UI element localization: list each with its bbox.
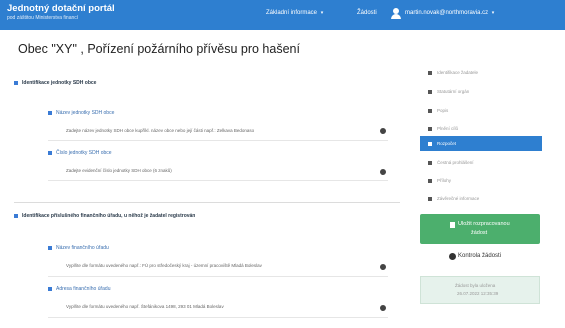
menu-requests[interactable]: Žádosti: [357, 10, 377, 16]
save-draft-button[interactable]: Uložit rozpracovanou žádost: [420, 214, 540, 244]
sidebar-item-label: Identifikace žadatele: [437, 70, 479, 75]
field-label-tax-office-address: Adresa finančního úřadu: [48, 286, 110, 292]
field-label-text: Adresa finančního úřadu: [56, 286, 111, 292]
save-draft-label-line1: Uložit rozpracovanou: [458, 221, 510, 227]
chart-icon: [428, 141, 432, 146]
user-menu[interactable]: martin.novak@northmoravia.cz ▾: [405, 10, 494, 16]
sidebar-item-label: Plnění cílů: [437, 126, 459, 131]
brand-title[interactable]: Jednotný dotační portál: [7, 4, 115, 14]
sidebar-item-label: Závěrečné informace: [437, 196, 480, 201]
sidebar-item-attachments[interactable]: Přílohy: [420, 173, 542, 188]
sidebar-item-final-info[interactable]: Závěrečné informace: [420, 191, 542, 206]
menu-requests-label: Žádosti: [357, 10, 377, 16]
info-circle-icon[interactable]: [380, 128, 386, 134]
menu-basic-info-label: Základní informace: [266, 10, 318, 16]
field-label-text: Název finančního úřadu: [56, 245, 109, 251]
users-icon: [428, 89, 432, 94]
sidebar-item-budget[interactable]: Rozpočet: [420, 136, 542, 151]
chevron-down-icon: ▾: [320, 10, 324, 16]
save-status-text: Žádost byla uložena: [455, 283, 496, 288]
info-circle-icon[interactable]: [380, 264, 386, 270]
field-tax-office-name[interactable]: Vyplňte dle formátu uvedeného např.: FÚ …: [66, 263, 262, 268]
field-sdh-number[interactable]: Zadejte evidenční číslo jednotky SDH obc…: [66, 168, 172, 173]
chevron-down-icon: ▾: [491, 10, 495, 16]
sidebar-item-statutory[interactable]: Statutární orgán: [420, 84, 542, 99]
user-email: martin.novak@northmoravia.cz: [405, 10, 489, 16]
brand[interactable]: Jednotný dotační portál pod záštitou Min…: [7, 4, 115, 21]
field-label-sdh-name: Název jednotky SDH obce: [48, 110, 114, 116]
section-square-icon: [14, 80, 18, 85]
section-square-icon: [14, 213, 18, 218]
info-circle-icon[interactable]: [380, 169, 386, 175]
section-heading-tax-office: Identifikace příslušného finančního úřad…: [14, 213, 195, 219]
field-divider: [48, 180, 388, 181]
info-circle-icon[interactable]: [380, 305, 386, 311]
field-sdh-name[interactable]: Zadejte název jednotky SDH obce kupříkl.…: [66, 128, 254, 133]
field-square-icon: [48, 286, 52, 291]
sidebar-item-declarations[interactable]: Čestná prohlášení: [420, 155, 542, 170]
field-square-icon: [48, 110, 52, 115]
sidebar-item-label: Popis: [437, 108, 449, 113]
info-icon: [428, 196, 432, 201]
sidebar-item-label: Čestná prohlášení: [437, 160, 474, 165]
list-icon: [428, 126, 432, 131]
paperclip-icon: [428, 178, 432, 183]
menu-basic-info[interactable]: Základní informace ▾: [266, 10, 323, 16]
section-heading-text: Identifikace příslušného finančního úřad…: [22, 213, 196, 219]
form-main: Identifikace jednotky SDH obce Název jed…: [14, 68, 400, 326]
field-label-text: Číslo jednotky SDH obce: [56, 150, 112, 156]
file-text-icon: [428, 108, 432, 113]
field-divider: [48, 317, 388, 318]
save-status-timestamp: 26.07.2022 12:35:39: [457, 291, 499, 296]
sidebar-item-label: Statutární orgán: [437, 89, 470, 94]
sidebar-item-label: Přílohy: [437, 178, 452, 183]
section-heading-sdh: Identifikace jednotky SDH obce: [14, 80, 96, 86]
check-icon: [428, 160, 432, 165]
field-tax-office-address[interactable]: Vyplňte dle formátu uvedeného např. Štef…: [66, 304, 224, 309]
section-heading-text: Identifikace jednotky SDH obce: [22, 80, 97, 86]
section-divider: [14, 202, 400, 203]
top-navbar: Jednotný dotační portál pod záštitou Min…: [0, 0, 565, 30]
save-status-box: Žádost byla uložena 26.07.2022 12:35:39: [420, 276, 540, 304]
field-label-tax-office-name: Název finančního úřadu: [48, 245, 109, 251]
field-divider: [48, 140, 388, 141]
sidebar-item-description[interactable]: Popis: [420, 103, 542, 118]
sidebar-item-goals[interactable]: Plnění cílů: [420, 121, 542, 136]
sidebar-item-applicant[interactable]: Identifikace žadatele: [420, 65, 542, 80]
field-label-text: Název jednotky SDH obce: [56, 110, 115, 116]
user-icon: [428, 70, 432, 75]
save-draft-label-line2: žádost: [471, 230, 488, 236]
check-request-link[interactable]: Kontrola žádosti: [448, 253, 501, 259]
field-divider: [48, 276, 388, 277]
page-title: Obec "XY" , Pořízení požárního přívěsu p…: [18, 42, 300, 56]
field-label-sdh-number: Číslo jednotky SDH obce: [48, 150, 112, 156]
brand-subtitle: pod záštitou Ministerstva financí: [7, 14, 79, 21]
field-square-icon: [48, 150, 52, 155]
save-icon: [450, 222, 455, 228]
field-square-icon: [48, 245, 52, 250]
user-icon: [391, 8, 401, 20]
sidebar-item-label: Rozpočet: [437, 141, 457, 146]
